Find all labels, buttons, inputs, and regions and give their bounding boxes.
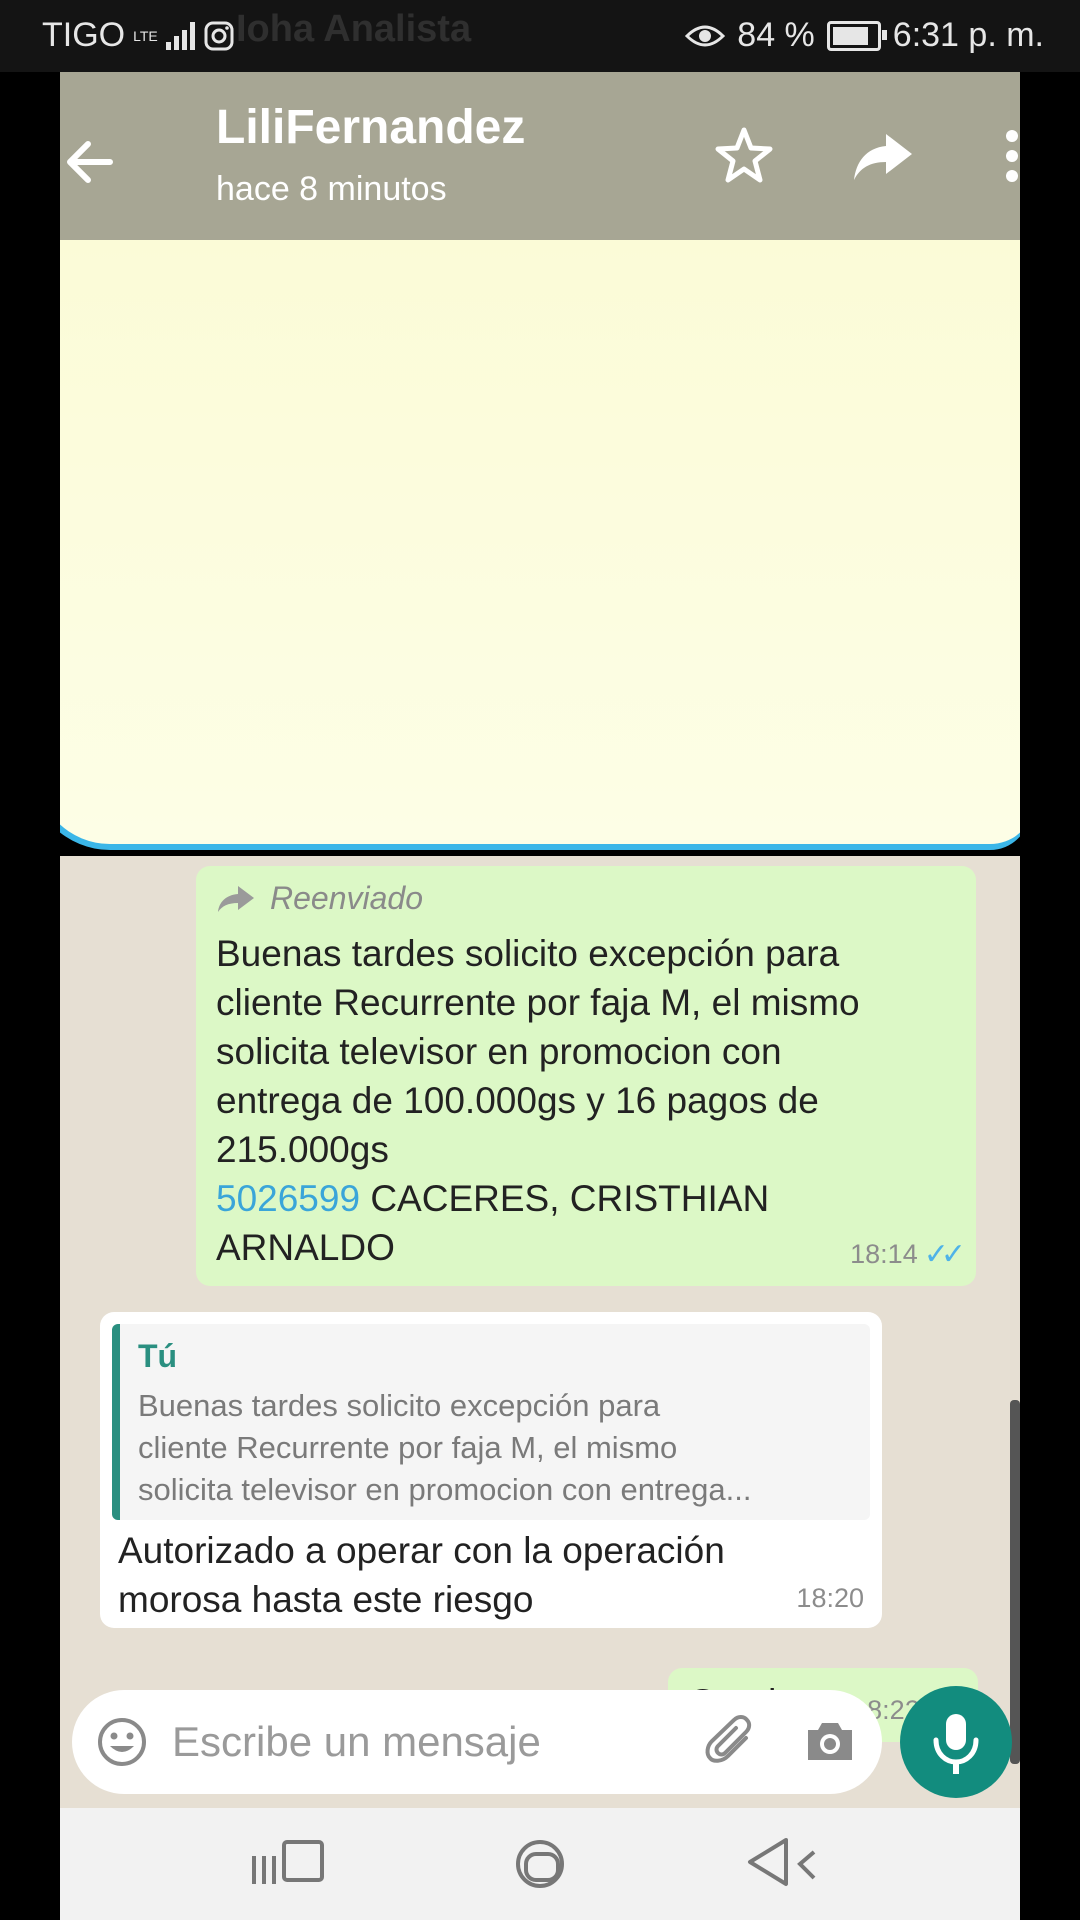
quote-author: Tú — [138, 1338, 178, 1374]
recent-apps-icon[interactable] — [248, 1834, 338, 1894]
microphone-icon — [933, 1714, 979, 1774]
home-icon[interactable] — [510, 1832, 574, 1896]
signal-icon — [165, 21, 195, 50]
battery-percent: 84 % — [737, 16, 815, 54]
star-button[interactable] — [712, 124, 776, 188]
message-text: Buenas tardes solicito excepción para cl… — [216, 933, 860, 1268]
back-arrow-icon — [67, 141, 113, 183]
message-text: Autorizado a operar con la operación mor… — [118, 1530, 725, 1620]
forwarded-label: Reenviado — [216, 880, 956, 917]
eye-icon — [685, 25, 726, 46]
status-right: 84 % 6:31 p. m. — [685, 16, 1044, 55]
message-time: 18:14 ✓✓ — [850, 1238, 966, 1271]
back-button[interactable] — [60, 132, 130, 202]
instagram-icon — [204, 21, 234, 50]
whatsapp-app: LiliFernandez hace 8 minutos Reenviado B… — [60, 72, 1020, 1920]
contact-name[interactable]: LiliFernandez — [216, 100, 525, 155]
carrier-label: TIGO — [42, 16, 126, 54]
media-preview — [60, 240, 1020, 850]
battery-icon — [826, 20, 887, 51]
last-seen-status: hace 8 minutos — [216, 170, 447, 208]
message-composer[interactable]: Escribe un mensaje — [72, 1690, 882, 1794]
quoted-message[interactable]: Tú Buenas tardes solicito excepción para… — [112, 1324, 870, 1520]
quote-text: Buenas tardes solicito excepción para cl… — [138, 1388, 752, 1507]
incoming-message[interactable]: Tú Buenas tardes solicito excepción para… — [100, 1312, 882, 1628]
phone-number-link[interactable]: 5026599 — [216, 1178, 360, 1219]
more-options-button[interactable] — [990, 124, 1020, 188]
status-bar: Ioha Analista TIGO LTE 84 % 6:31 p. m. — [0, 0, 1080, 72]
star-icon — [715, 127, 773, 183]
network-type: LTE — [133, 27, 158, 44]
back-nav-icon[interactable] — [744, 1832, 834, 1896]
chat-header: LiliFernandez hace 8 minutos — [60, 72, 1020, 240]
message-time: 18:20 — [796, 1583, 864, 1613]
emoji-icon[interactable] — [94, 1714, 150, 1770]
more-vertical-icon — [1006, 130, 1018, 182]
forward-icon — [854, 134, 912, 180]
message-input[interactable]: Escribe un mensaje — [172, 1718, 541, 1766]
background-title: Ioha Analista — [236, 8, 472, 50]
status-left: TIGO LTE — [42, 16, 235, 55]
read-receipt-icon: ✓✓ — [923, 1238, 966, 1271]
system-navigation-bar — [60, 1808, 1020, 1920]
outgoing-message[interactable]: Reenviado Buenas tardes solicito excepci… — [196, 866, 976, 1286]
clock: 6:31 p. m. — [892, 16, 1044, 54]
voice-message-button[interactable] — [900, 1686, 1012, 1798]
attach-icon[interactable] — [702, 1712, 762, 1772]
forwarded-icon — [218, 885, 254, 912]
camera-icon[interactable] — [800, 1712, 860, 1772]
forward-button[interactable] — [850, 124, 914, 188]
